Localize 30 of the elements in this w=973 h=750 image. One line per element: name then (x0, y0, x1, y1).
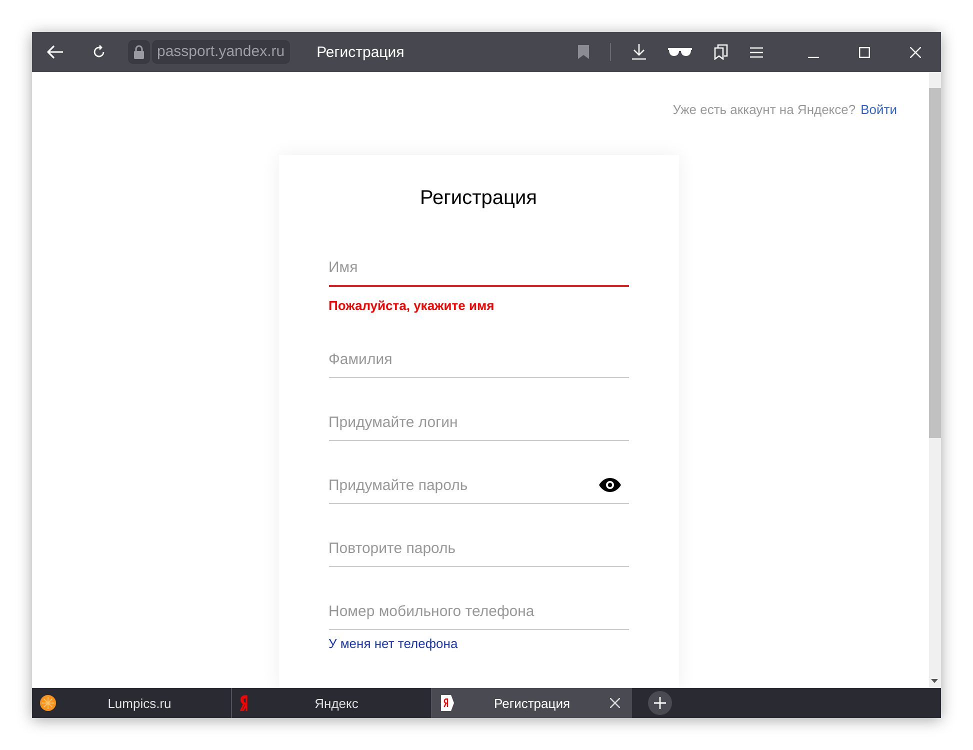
page-title: Регистрация (316, 44, 404, 60)
glasses-icon[interactable] (668, 47, 692, 57)
fruit-slice-icon (40, 695, 56, 711)
scroll-down-icon[interactable] (931, 679, 938, 683)
bookmark-icon[interactable] (578, 45, 589, 59)
maximize-icon[interactable] (859, 46, 870, 58)
input-field[interactable]: Имя (328, 250, 628, 287)
scroll-thumb[interactable] (929, 88, 941, 438)
login-link[interactable]: Войти (860, 102, 897, 118)
form-title: Регистрация (419, 187, 538, 210)
plus-icon (654, 697, 666, 709)
eye-icon[interactable] (598, 478, 620, 492)
browser-tab[interactable]: Lumpics.ru (32, 688, 232, 718)
no-phone-link[interactable]: У меня нет телефона (328, 636, 458, 651)
back-icon[interactable] (46, 45, 64, 59)
account-prompt: Уже есть аккаунт на Яндексе? (672, 102, 856, 118)
ya-logo-icon (240, 695, 250, 711)
copy-icon[interactable] (714, 44, 728, 60)
close-tab-icon[interactable] (610, 698, 620, 708)
new-tab-button[interactable] (648, 691, 672, 715)
scrollbar[interactable] (929, 72, 941, 688)
address-bar[interactable]: passport.yandex.ru (152, 40, 290, 64)
ya-page-icon (440, 695, 454, 711)
error-message: Пожалуйста, укажите имя (328, 298, 496, 313)
download-icon[interactable] (632, 44, 646, 60)
reload-icon[interactable] (92, 45, 106, 59)
lock-icon (133, 45, 145, 59)
close-icon[interactable] (910, 46, 921, 58)
menu-icon[interactable] (750, 46, 763, 58)
browser-tab[interactable]: Регистрация (432, 688, 632, 718)
